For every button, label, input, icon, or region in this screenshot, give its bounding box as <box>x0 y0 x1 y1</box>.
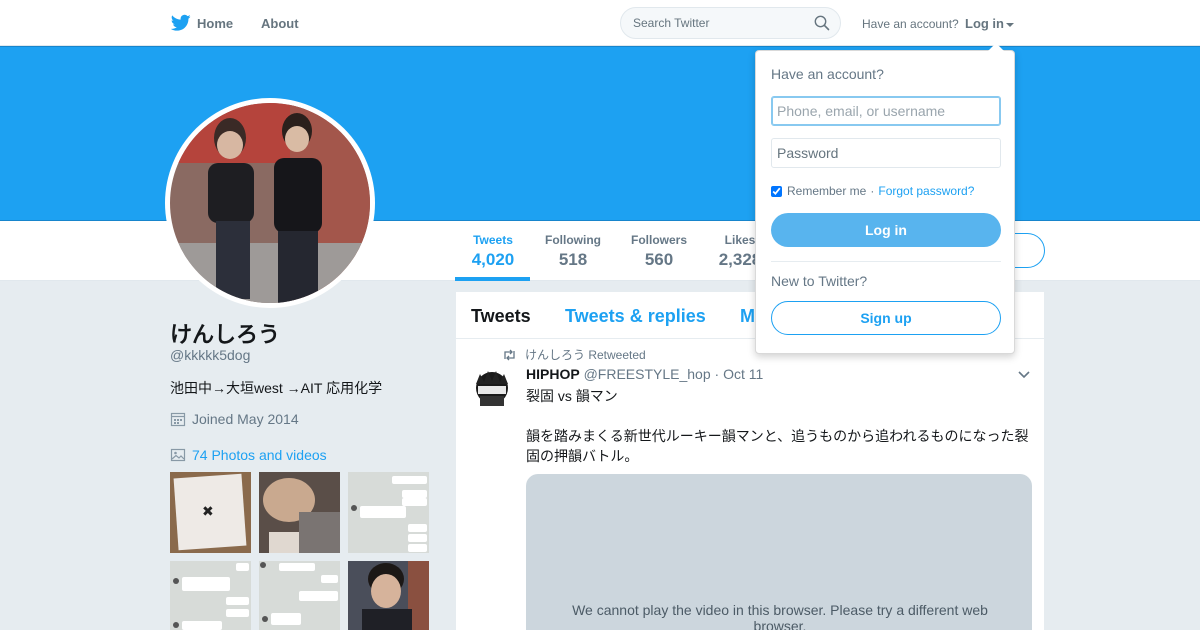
calendar-icon <box>170 412 186 427</box>
profile-avatar[interactable] <box>165 98 375 308</box>
remember-me-checkbox[interactable] <box>771 185 782 197</box>
joined-label: Joined May 2014 <box>192 411 299 427</box>
password-field[interactable] <box>771 138 1001 168</box>
search-input[interactable] <box>633 16 803 30</box>
thumbnail-image <box>170 561 251 630</box>
tweet-text-line: 裂固 vs 韻マン <box>526 388 618 404</box>
search-icon[interactable] <box>814 15 830 31</box>
photo-thumbnail[interactable] <box>170 561 251 630</box>
avatar-photo <box>170 103 370 303</box>
thumbnail-image <box>348 561 429 630</box>
tweet-date[interactable]: Oct 11 <box>723 366 763 382</box>
have-account-text: Have an account? <box>862 17 959 31</box>
video-unsupported-message: We cannot play the video in this browser… <box>572 602 988 630</box>
divider <box>771 261 1001 262</box>
thumbnail-image <box>348 472 429 553</box>
image-icon <box>170 448 186 462</box>
tab-media[interactable]: M <box>740 306 755 327</box>
avatar-image <box>170 103 370 303</box>
tweet-author-avatar[interactable] <box>468 366 516 414</box>
thumbnail-image <box>259 561 340 630</box>
tab-tweets-replies[interactable]: Tweets & replies <box>565 306 706 327</box>
login-dropdown-toggle[interactable]: Log in <box>965 16 1014 31</box>
stat-label: Followers <box>630 233 687 247</box>
login-button[interactable]: Log in <box>771 213 1001 247</box>
profile-screenname[interactable]: @kkkkk5dog <box>170 347 250 363</box>
search-box <box>620 7 841 39</box>
remember-separator: · <box>870 184 875 198</box>
tab-tweets[interactable]: Tweets <box>471 306 531 327</box>
nav-about-link[interactable]: About <box>261 16 299 31</box>
chevron-down-icon[interactable] <box>1018 371 1030 379</box>
svg-text:✖: ✖ <box>202 504 214 520</box>
stat-label: Following <box>545 233 601 247</box>
forgot-password-link[interactable]: Forgot password? <box>878 184 974 198</box>
stat-following[interactable]: Following 518 <box>544 233 602 270</box>
new-to-twitter-text: New to Twitter? <box>771 273 868 289</box>
tweet-header: HIPHOP @FREESTYLE_hop · Oct 11 <box>526 366 763 382</box>
retweet-icon <box>504 349 515 360</box>
thumbnail-image: ✖ <box>170 472 251 553</box>
photo-thumbnail[interactable]: ✖ <box>170 472 251 553</box>
active-tab-underline <box>455 277 530 281</box>
stat-value: 4,020 <box>471 250 515 269</box>
photos-videos-link[interactable]: 74 Photos and videos <box>170 447 327 463</box>
photo-thumbnail[interactable] <box>259 472 340 553</box>
remember-me-label[interactable]: Remember me <box>787 184 866 198</box>
nav-home-link[interactable]: Home <box>197 16 233 31</box>
profile-fullname[interactable]: けんしろう <box>170 317 280 349</box>
photos-label: 74 Photos and videos <box>192 447 327 463</box>
dropdown-arrow <box>988 43 1004 51</box>
login-dropdown-title: Have an account? <box>771 66 884 82</box>
stat-label: Tweets <box>473 233 513 247</box>
login-toggle-label: Log in <box>965 16 1004 31</box>
video-player[interactable]: We cannot play the video in this browser… <box>526 474 1032 630</box>
stat-value: 518 <box>558 250 588 269</box>
tweet-author-handle[interactable]: @FREESTYLE_hop <box>584 366 711 382</box>
profile-joined-date: Joined May 2014 <box>170 411 299 427</box>
tweet-separator: · <box>714 366 720 382</box>
top-nav-bar: Home About Have an account? Log in <box>0 0 1200 46</box>
signup-button[interactable]: Sign up <box>771 301 1001 335</box>
tweet-author-name[interactable]: HIPHOP <box>526 366 580 382</box>
avatar-image <box>468 366 516 414</box>
remember-me-row: Remember me · Forgot password? <box>771 184 974 198</box>
twitter-bird-icon[interactable] <box>171 14 191 32</box>
stat-followers[interactable]: Followers 560 <box>629 233 689 270</box>
photo-thumbnail[interactable] <box>348 472 429 553</box>
retweeted-by-label[interactable]: けんしろう Retweeted <box>525 346 646 363</box>
profile-bio: 池田中→大垣west →AIT 応用化学 <box>170 380 383 396</box>
caret-down-icon <box>1006 22 1014 27</box>
photo-thumbnail[interactable] <box>348 561 429 630</box>
username-field[interactable] <box>771 96 1001 126</box>
login-dropdown: Have an account? Remember me · Forgot pa… <box>755 43 1015 354</box>
stat-value: 560 <box>644 250 674 269</box>
thumbnail-image <box>259 472 340 553</box>
stat-tweets[interactable]: Tweets 4,020 <box>470 233 516 270</box>
retweet-context: けんしろう Retweeted <box>502 346 646 363</box>
tweet-text-body: 韻を踏みまくる新世代ルーキー韻マンと、追うものから追われるものになった裂固の押韻… <box>526 428 1029 464</box>
photo-thumbnail[interactable] <box>259 561 340 630</box>
